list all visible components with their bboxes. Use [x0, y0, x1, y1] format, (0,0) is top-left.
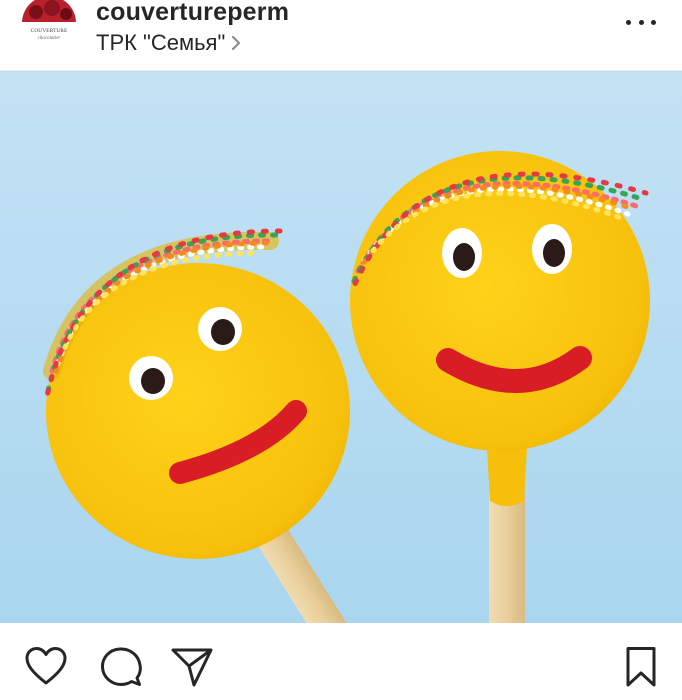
share-button[interactable]: [170, 645, 214, 689]
comment-bubble-icon: [101, 647, 142, 686]
avatar-image: COUVERTURE chocolatier: [22, 0, 76, 50]
save-button[interactable]: [620, 645, 664, 689]
more-horizontal-icon: [626, 19, 631, 25]
lollipop-photo: [0, 71, 682, 623]
right-lollipop: [486, 431, 528, 623]
avatar-brand-subtext: chocolatier: [38, 36, 61, 41]
comment-button[interactable]: [99, 645, 143, 689]
avatar[interactable]: COUVERTURE chocolatier: [22, 0, 76, 50]
bookmark-icon: [626, 647, 656, 687]
more-options-button[interactable]: [626, 12, 656, 32]
heart-icon: [25, 647, 67, 685]
post-actions-bar: [0, 623, 682, 700]
like-button[interactable]: [24, 645, 68, 689]
post-username[interactable]: couvertureperm: [96, 0, 289, 27]
paper-plane-icon: [171, 648, 213, 687]
post-header: COUVERTURE chocolatier couvertureperm ТР…: [0, 0, 682, 71]
chevron-right-icon: [231, 35, 241, 51]
location-label: ТРК "Семья": [96, 30, 226, 55]
post-location[interactable]: ТРК "Семья": [96, 30, 241, 56]
avatar-brand-text: COUVERTURE: [31, 28, 68, 34]
post-photo[interactable]: [0, 71, 682, 623]
